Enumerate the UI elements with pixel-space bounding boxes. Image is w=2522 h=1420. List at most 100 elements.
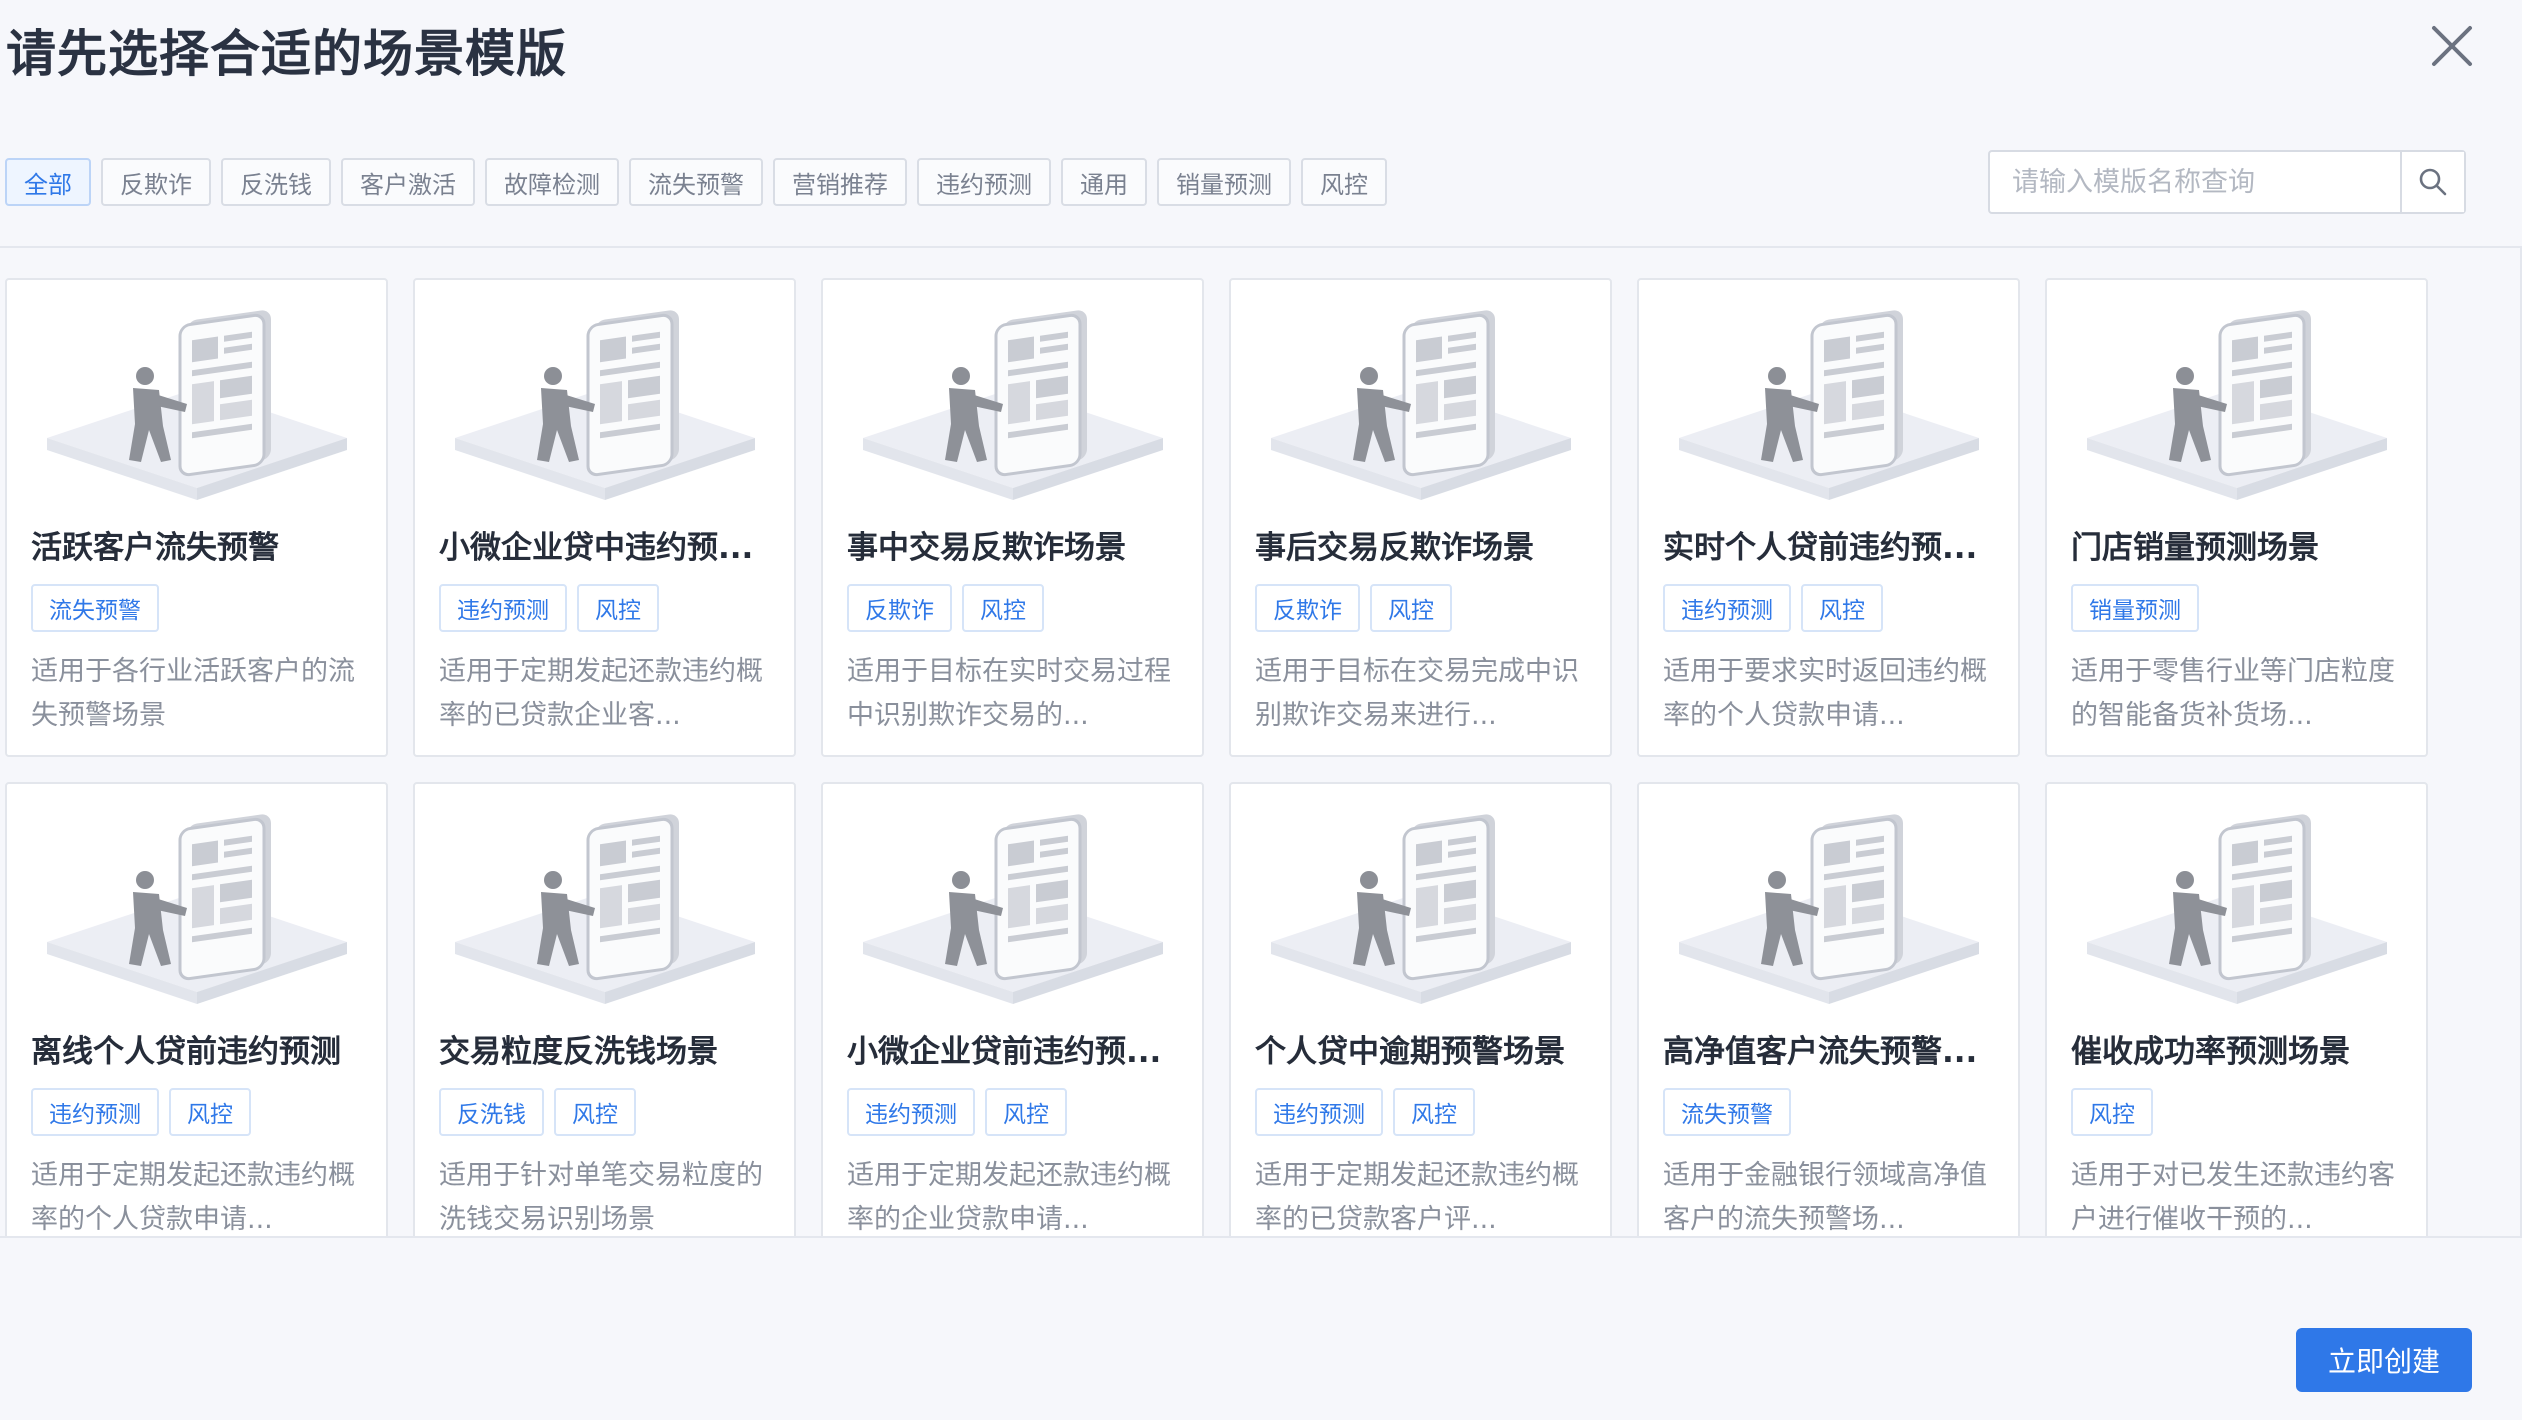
filter-anti-money-laundering[interactable]: 反洗钱 xyxy=(221,158,331,206)
filter-customer-activation[interactable]: 客户激活 xyxy=(341,158,475,206)
template-card[interactable]: 个人贷中逾期预警场景 违约预测 风控 适用于定期发起还款违约概率的已贷款客户评..… xyxy=(1229,782,1612,1236)
template-card[interactable]: 事中交易反欺诈场景 反欺诈 风控 适用于目标在实时交易过程中识别欺诈交易的... xyxy=(821,278,1204,757)
template-card[interactable]: 活跃客户流失预警 流失预警 适用于各行业活跃客户的流失预警场景 xyxy=(5,278,388,757)
template-illustration-icon xyxy=(863,310,1163,500)
category-filter-bar: 全部 反欺诈 反洗钱 客户激活 故障检测 流失预警 营销推荐 违约预测 通用 销… xyxy=(5,158,1387,206)
filter-fault-detection[interactable]: 故障检测 xyxy=(485,158,619,206)
template-tag: 反欺诈 xyxy=(847,584,952,632)
template-illustration-icon xyxy=(1679,814,1979,1004)
template-select-dialog: 请先选择合适的场景模版 全部 反欺诈 反洗钱 客户激活 故障检测 流失预警 营销… xyxy=(0,0,2522,1420)
template-title: 个人贷中逾期预警场景 xyxy=(1255,1034,1565,1070)
template-tags: 反洗钱 风控 xyxy=(439,1088,636,1136)
filter-anti-fraud[interactable]: 反欺诈 xyxy=(101,158,211,206)
template-title: 离线个人贷前违约预测 xyxy=(31,1034,341,1070)
template-tag: 违约预测 xyxy=(1255,1088,1383,1136)
template-tag: 违约预测 xyxy=(439,584,567,632)
template-card[interactable]: 实时个人贷前违约预... 违约预测 风控 适用于要求实时返回违约概率的个人贷款申请… xyxy=(1637,278,2020,757)
template-tag: 反洗钱 xyxy=(439,1088,544,1136)
template-illustration-icon xyxy=(1271,310,1571,500)
template-description: 适用于要求实时返回违约概率的个人贷款申请... xyxy=(1663,656,1987,731)
template-illustration-icon xyxy=(1271,814,1571,1004)
template-tag: 风控 xyxy=(985,1088,1067,1136)
template-tag: 反欺诈 xyxy=(1255,584,1360,632)
template-title: 活跃客户流失预警 xyxy=(31,530,279,566)
filter-sales-forecast[interactable]: 销量预测 xyxy=(1157,158,1291,206)
template-card[interactable]: 门店销量预测场景 销量预测 适用于零售行业等门店粒度的智能备货补货场... xyxy=(2045,278,2428,757)
template-title: 门店销量预测场景 xyxy=(2071,530,2319,566)
template-tag: 风控 xyxy=(1801,584,1883,632)
template-description: 适用于定期发起还款违约概率的已贷款客户评... xyxy=(1255,1160,1579,1235)
template-tag: 风控 xyxy=(962,584,1044,632)
template-illustration-icon xyxy=(2087,310,2387,500)
template-card[interactable]: 交易粒度反洗钱场景 反洗钱 风控 适用于针对单笔交易粒度的洗钱交易识别场景 xyxy=(413,782,796,1236)
template-description: 适用于各行业活跃客户的流失预警场景 xyxy=(31,656,355,731)
template-card[interactable]: 小微企业贷中违约预... 违约预测 风控 适用于定期发起还款违约概率的已贷款企业客… xyxy=(413,278,796,757)
template-description: 适用于定期发起还款违约概率的企业贷款申请... xyxy=(847,1160,1171,1235)
create-now-button[interactable]: 立即创建 xyxy=(2296,1328,2472,1392)
template-tag: 风控 xyxy=(1393,1088,1475,1136)
template-tags: 反欺诈 风控 xyxy=(1255,584,1452,632)
template-illustration-icon xyxy=(863,814,1163,1004)
template-tags: 违约预测 风控 xyxy=(1255,1088,1475,1136)
template-card[interactable]: 高净值客户流失预警... 流失预警 适用于金融银行领域高净值客户的流失预警场..… xyxy=(1637,782,2020,1236)
search-icon xyxy=(2419,168,2447,196)
template-grid: 活跃客户流失预警 流失预警 适用于各行业活跃客户的流失预警场景 小微企业贷中违约… xyxy=(5,278,2435,1236)
template-card[interactable]: 催收成功率预测场景 风控 适用于对已发生还款违约客户进行催收干预的... xyxy=(2045,782,2428,1236)
template-illustration-icon xyxy=(455,310,755,500)
search-input[interactable] xyxy=(1990,152,2400,212)
close-icon xyxy=(2432,26,2472,66)
template-tag: 风控 xyxy=(577,584,659,632)
template-tags: 违约预测 风控 xyxy=(847,1088,1067,1136)
template-title: 催收成功率预测场景 xyxy=(2071,1034,2350,1070)
template-tag: 风控 xyxy=(554,1088,636,1136)
template-illustration-icon xyxy=(2087,814,2387,1004)
template-description: 适用于定期发起还款违约概率的个人贷款申请... xyxy=(31,1160,355,1235)
template-tags: 销量预测 xyxy=(2071,584,2199,632)
template-card[interactable]: 小微企业贷前违约预... 违约预测 风控 适用于定期发起还款违约概率的企业贷款申请… xyxy=(821,782,1204,1236)
filter-marketing-recommendation[interactable]: 营销推荐 xyxy=(773,158,907,206)
template-illustration-icon xyxy=(47,814,347,1004)
template-title: 高净值客户流失预警... xyxy=(1663,1034,1978,1070)
template-illustration-icon xyxy=(47,310,347,500)
template-tags: 流失预警 xyxy=(1663,1088,1791,1136)
template-tags: 风控 xyxy=(2071,1088,2153,1136)
template-title: 事中交易反欺诈场景 xyxy=(847,530,1126,566)
template-search xyxy=(1988,150,2466,214)
footer-divider xyxy=(0,1236,2522,1238)
filter-churn-warning[interactable]: 流失预警 xyxy=(629,158,763,206)
template-title: 小微企业贷前违约预... xyxy=(847,1034,1162,1070)
template-description: 适用于对已发生还款违约客户进行催收干预的... xyxy=(2071,1160,2395,1235)
template-tag: 销量预测 xyxy=(2071,584,2199,632)
template-card[interactable]: 事后交易反欺诈场景 反欺诈 风控 适用于目标在交易完成中识别欺诈交易来进行... xyxy=(1229,278,1612,757)
template-tag: 风控 xyxy=(169,1088,251,1136)
template-title: 小微企业贷中违约预... xyxy=(439,530,754,566)
template-tag: 风控 xyxy=(2071,1088,2153,1136)
filter-risk-control[interactable]: 风控 xyxy=(1301,158,1387,206)
template-description: 适用于目标在交易完成中识别欺诈交易来进行... xyxy=(1255,656,1579,731)
template-description: 适用于定期发起还款违约概率的已贷款企业客... xyxy=(439,656,763,731)
template-tags: 流失预警 xyxy=(31,584,159,632)
template-title: 实时个人贷前违约预... xyxy=(1663,530,1978,566)
dialog-title: 请先选择合适的场景模版 xyxy=(6,25,567,83)
close-button[interactable] xyxy=(2424,18,2480,74)
template-tag: 风控 xyxy=(1370,584,1452,632)
template-tags: 违约预测 风控 xyxy=(1663,584,1883,632)
template-tag: 流失预警 xyxy=(31,584,159,632)
template-description: 适用于针对单笔交易粒度的洗钱交易识别场景 xyxy=(439,1160,763,1235)
template-title: 事后交易反欺诈场景 xyxy=(1255,530,1534,566)
template-description: 适用于零售行业等门店粒度的智能备货补货场... xyxy=(2071,656,2395,731)
template-illustration-icon xyxy=(1679,310,1979,500)
template-title: 交易粒度反洗钱场景 xyxy=(439,1034,718,1070)
template-tag: 违约预测 xyxy=(1663,584,1791,632)
template-description: 适用于金融银行领域高净值客户的流失预警场... xyxy=(1663,1160,1987,1235)
template-card[interactable]: 离线个人贷前违约预测 违约预测 风控 适用于定期发起还款违约概率的个人贷款申请..… xyxy=(5,782,388,1236)
filter-default-prediction[interactable]: 违约预测 xyxy=(917,158,1051,206)
template-tag: 流失预警 xyxy=(1663,1088,1791,1136)
search-button[interactable] xyxy=(2400,152,2464,212)
template-tag: 违约预测 xyxy=(847,1088,975,1136)
template-tags: 违约预测 风控 xyxy=(439,584,659,632)
template-tags: 违约预测 风控 xyxy=(31,1088,251,1136)
filter-all[interactable]: 全部 xyxy=(5,158,91,206)
filter-general[interactable]: 通用 xyxy=(1061,158,1147,206)
template-list-scroll-area[interactable]: 活跃客户流失预警 流失预警 适用于各行业活跃客户的流失预警场景 小微企业贷中违约… xyxy=(0,248,2522,1236)
